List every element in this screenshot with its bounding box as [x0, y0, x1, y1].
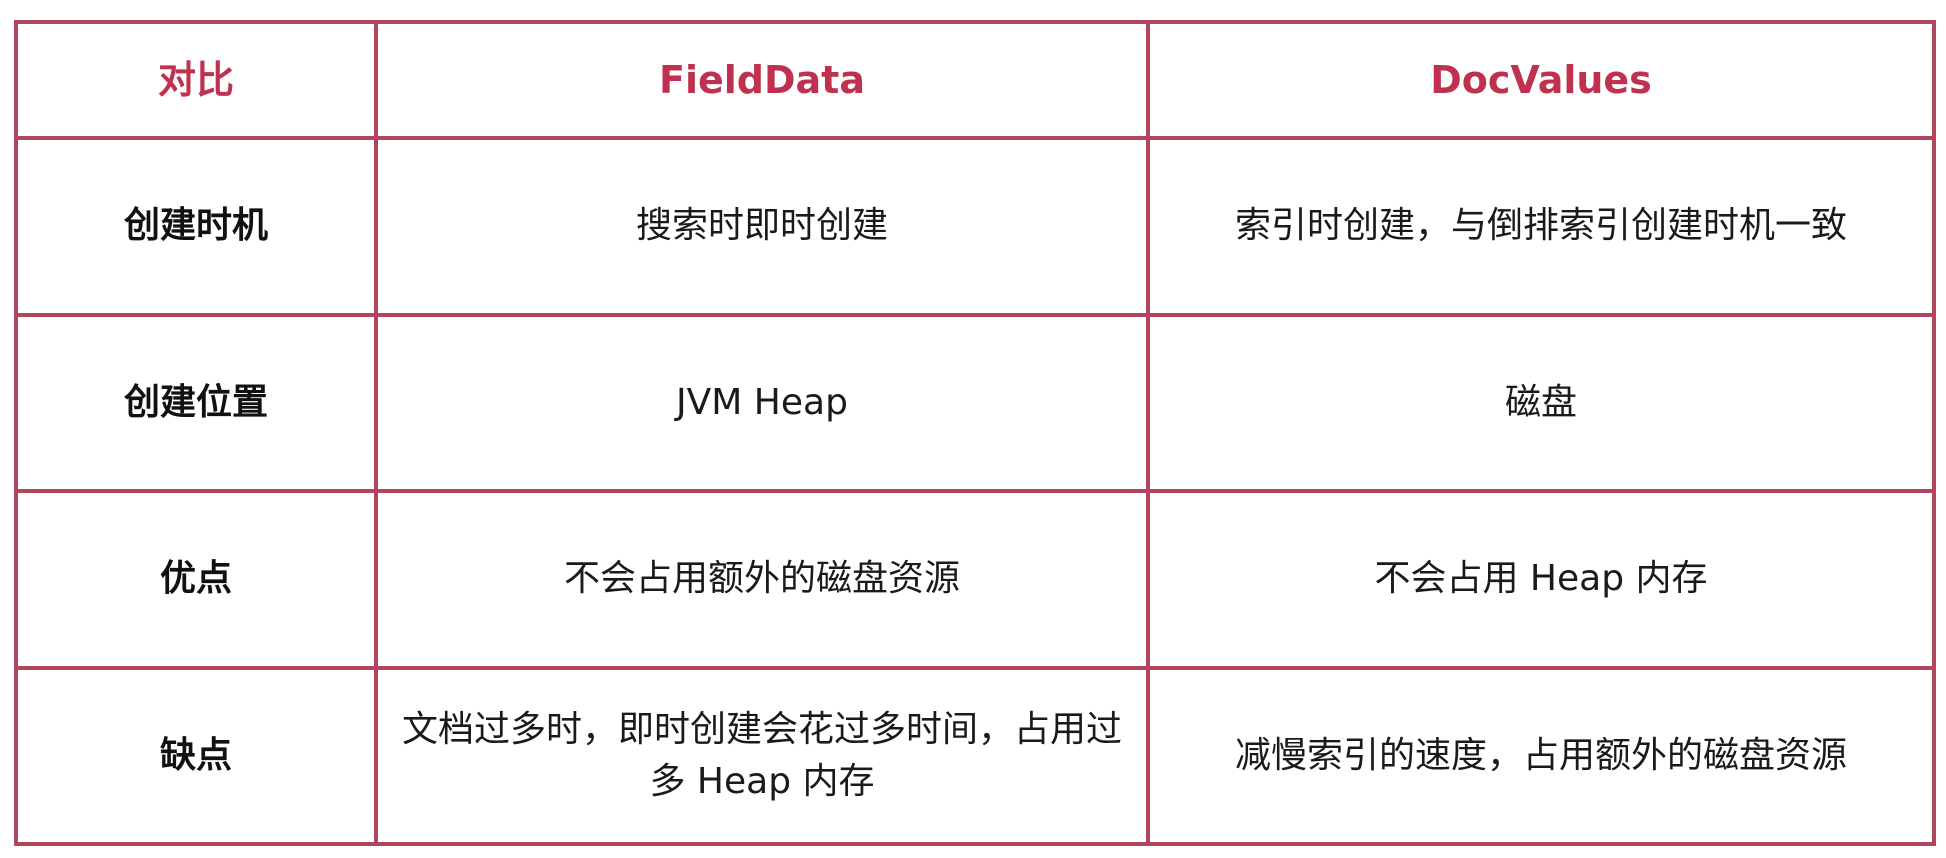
table-row: 缺点 文档过多时，即时创建会花过多时间，占用过多 Heap 内存 减慢索引的速度…	[14, 665, 1936, 847]
cell-fielddata-disadvantages: 文档过多时，即时创建会花过多时间，占用过多 Heap 内存	[374, 665, 1150, 847]
row-label-creation-time: 创建时机	[14, 136, 378, 317]
table-header-row: 对比 FieldData DocValues	[14, 19, 1936, 141]
table-row: 创建时机 搜索时即时创建 索引时创建，与倒排索引创建时机一致	[14, 136, 1936, 317]
header-fielddata: FieldData	[374, 19, 1150, 141]
comparison-table: 对比 FieldData DocValues 创建时机 搜索时即时创建 索引时创…	[14, 19, 1936, 847]
row-label-disadvantages: 缺点	[14, 665, 378, 847]
table-row: 创建位置 JVM Heap 磁盘	[14, 312, 1936, 494]
cell-docvalues-advantages: 不会占用 Heap 内存	[1146, 489, 1936, 670]
header-compare: 对比	[14, 19, 378, 141]
cell-fielddata-creation-time: 搜索时即时创建	[374, 136, 1150, 317]
cell-fielddata-advantages: 不会占用额外的磁盘资源	[374, 489, 1150, 670]
cell-fielddata-creation-location: JVM Heap	[374, 312, 1150, 494]
table-row: 优点 不会占用额外的磁盘资源 不会占用 Heap 内存	[14, 489, 1936, 670]
cell-docvalues-disadvantages: 减慢索引的速度，占用额外的磁盘资源	[1146, 665, 1936, 847]
row-label-creation-location: 创建位置	[14, 312, 378, 494]
cell-docvalues-creation-time: 索引时创建，与倒排索引创建时机一致	[1146, 136, 1936, 317]
cell-docvalues-creation-location: 磁盘	[1146, 312, 1936, 494]
header-docvalues: DocValues	[1146, 19, 1936, 141]
row-label-advantages: 优点	[14, 489, 378, 670]
